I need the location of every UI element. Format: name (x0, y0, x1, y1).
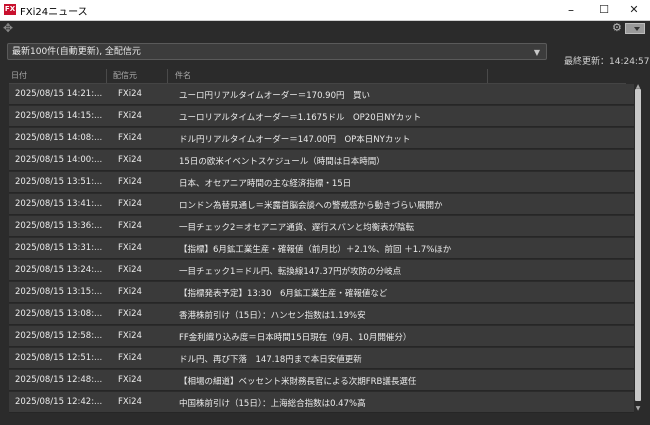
news-date: 2025/08/15 13:08:... (15, 309, 103, 319)
vertical-scrollbar[interactable]: ▲ ▼ (634, 84, 642, 414)
news-date: 2025/08/15 13:51:... (15, 177, 103, 187)
news-date: 2025/08/15 14:00:... (15, 155, 103, 165)
news-source: FXi24 (118, 375, 142, 385)
table-row[interactable]: 2025/08/15 14:00:... FXi24 15日の欧米イベントスケジュー… (9, 150, 634, 171)
title-bar: FX FXi24ニュース – ☐ ✕ (0, 0, 650, 21)
app-logo-icon: FX (4, 4, 16, 15)
news-source: FXi24 (118, 353, 142, 363)
news-title: 中国株前引け（15日）：上海総合指数は0.47%高 (179, 399, 366, 409)
table-row[interactable]: 2025/08/15 14:21:... FXi24 ユーロ円リアルタイムオーダー＝… (9, 84, 634, 105)
news-title: 香港株前引け（15日）：ハンセン指数は1.19%安 (179, 311, 366, 321)
news-date: 2025/08/15 14:08:... (15, 133, 103, 143)
news-source: FXi24 (118, 397, 142, 407)
news-title: 一目チェック1＝ドル円、転換線147.37円が攻防の分岐点 (179, 267, 402, 277)
news-title: 【相場の細道】ベッセント米財務長官による次期FRB議長選任 (179, 377, 417, 387)
filter-dropdown[interactable]: 最新100件(自動更新), 全配信元 ▼ (7, 43, 547, 60)
news-source: FXi24 (118, 287, 142, 297)
column-divider[interactable] (487, 69, 488, 83)
news-source: FXi24 (118, 221, 142, 231)
table-row[interactable]: 2025/08/15 13:31:... FXi24 【指標】6月鉱工業生産・確報値… (9, 238, 634, 259)
table-row[interactable]: 2025/08/15 12:42:... FXi24 中国株前引け（15日）：上海総… (9, 392, 634, 413)
news-source: FXi24 (118, 331, 142, 341)
news-date: 2025/08/15 14:15:... (15, 111, 103, 121)
news-source: FXi24 (118, 177, 142, 187)
table-header: 日付 配信元 件名 (9, 69, 626, 84)
news-date: 2025/08/15 13:15:... (15, 287, 103, 297)
news-source: FXi24 (118, 89, 142, 99)
news-source: FXi24 (118, 265, 142, 275)
table-row[interactable]: 2025/08/15 13:51:... FXi24 日本、オセアニア時間の主な経済… (9, 172, 634, 193)
news-title: ドル円、再び下落 147.18円まで本日安値更新 (179, 355, 362, 365)
news-date: 2025/08/15 12:42:... (15, 397, 103, 407)
table-row[interactable]: 2025/08/15 14:15:... FXi24 ユーロリアルタイムオーダー＝1… (9, 106, 634, 127)
news-date: 2025/08/15 12:51:... (15, 353, 103, 363)
move-icon[interactable]: ✥ (3, 22, 13, 34)
table-row[interactable]: 2025/08/15 12:51:... FXi24 ドル円、再び下落 147.18… (9, 348, 634, 369)
news-title: 15日の欧米イベントスケジュール（時間は日本時間） (179, 157, 385, 167)
news-title: ドル円リアルタイムオーダー＝147.00円 OP本日NYカット (179, 135, 411, 145)
column-divider[interactable] (106, 69, 107, 83)
news-date: 2025/08/15 12:48:... (15, 375, 103, 385)
news-title: 日本、オセアニア時間の主な経済指標・15日 (179, 179, 352, 189)
news-title: 一目チェック2＝オセアニア通貨、遅行スパンと均衡表が陰転 (179, 223, 415, 233)
table-row[interactable]: 2025/08/15 13:36:... FXi24 一目チェック2＝オセアニア通貨… (9, 216, 634, 237)
news-source: FXi24 (118, 155, 142, 165)
news-date: 2025/08/15 13:36:... (15, 221, 103, 231)
news-title: 【指標】6月鉱工業生産・確報値（前月比）＋2.1%、前回 ＋1.7%ほか (179, 245, 452, 255)
news-date: 2025/08/15 12:58:... (15, 331, 103, 341)
column-header-date[interactable]: 日付 (11, 70, 27, 81)
news-date: 2025/08/15 14:21:... (15, 89, 103, 99)
table-row[interactable]: 2025/08/15 12:58:... FXi24 FF金利織り込み度＝日本時間1… (9, 326, 634, 347)
scroll-down-icon[interactable]: ▼ (634, 406, 642, 412)
toolbar: ✥ ⚙ (0, 21, 650, 35)
table-row[interactable]: 2025/08/15 13:15:... FXi24 【指標発表予定】13:30 6… (9, 282, 634, 303)
table-row[interactable]: 2025/08/15 13:41:... FXi24 ロンドン為替見通し＝米露首脳会… (9, 194, 634, 215)
last-update-time: 最終更新：14:24:57 (564, 57, 650, 67)
layout-menu-icon[interactable] (625, 23, 645, 34)
news-date: 2025/08/15 13:41:... (15, 199, 103, 209)
news-list: 2025/08/15 14:21:... FXi24 ユーロ円リアルタイムオーダー＝… (9, 84, 634, 414)
news-source: FXi24 (118, 111, 142, 121)
news-title: ロンドン為替見通し＝米露首脳会談への警戒感から動きづらい展開か (179, 201, 443, 211)
news-source: FXi24 (118, 243, 142, 253)
chevron-down-icon: ▼ (533, 48, 540, 57)
table-row[interactable]: 2025/08/15 14:08:... FXi24 ドル円リアルタイムオーダー＝1… (9, 128, 634, 149)
news-source: FXi24 (118, 199, 142, 209)
news-title: ユーロ円リアルタイムオーダー＝170.90円 買い (179, 91, 370, 101)
scroll-thumb[interactable] (635, 89, 641, 401)
maximize-button[interactable]: ☐ (588, 0, 620, 20)
column-divider[interactable] (167, 69, 168, 83)
news-title: 【指標発表予定】13:30 6月鉱工業生産・確報値など (179, 289, 388, 299)
news-title: FF金利織り込み度＝日本時間15日現在（9月、10月開催分） (179, 333, 412, 343)
news-date: 2025/08/15 13:31:... (15, 243, 103, 253)
table-row[interactable]: 2025/08/15 13:08:... FXi24 香港株前引け（15日）：ハンセ… (9, 304, 634, 325)
table-row[interactable]: 2025/08/15 12:48:... FXi24 【相場の細道】ベッセント米財務… (9, 370, 634, 391)
window-title: FXi24ニュース (20, 7, 88, 18)
news-title: ユーロリアルタイムオーダー＝1.1675ドル OP20日NYカット (179, 113, 422, 123)
news-source: FXi24 (118, 133, 142, 143)
news-date: 2025/08/15 13:24:... (15, 265, 103, 275)
news-source: FXi24 (118, 309, 142, 319)
column-header-title[interactable]: 件名 (175, 70, 191, 81)
table-row[interactable]: 2025/08/15 13:24:... FXi24 一目チェック1＝ドル円、転換線… (9, 260, 634, 281)
column-header-source[interactable]: 配信元 (113, 70, 137, 81)
gear-icon[interactable]: ⚙ (612, 22, 622, 34)
minimize-button[interactable]: – (555, 0, 587, 20)
filter-selected-value: 最新100件(自動更新), 全配信元 (12, 47, 141, 57)
close-button[interactable]: ✕ (618, 0, 650, 20)
